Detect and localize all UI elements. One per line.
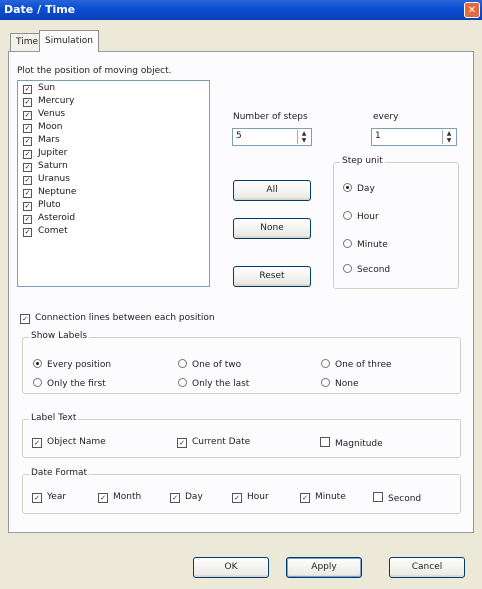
list-item-moon[interactable]: ✓ Moon	[23, 122, 62, 133]
radio-minute[interactable]: Minute	[343, 239, 388, 250]
steps-label: Number of steps	[233, 112, 308, 122]
label-text-group: Label Text ✓ Object Name ✓ Current Date Ma…	[22, 413, 461, 458]
checkbox-icon[interactable]: ✓	[177, 438, 187, 448]
radio-icon[interactable]	[321, 359, 330, 368]
checkbox-icon[interactable]: ✓	[32, 438, 42, 448]
list-item-jupiter[interactable]: ✓ Jupiter	[23, 148, 67, 159]
checkbox-year[interactable]: ✓ Year	[32, 492, 66, 503]
checkbox-icon[interactable]: ✓	[23, 189, 32, 198]
list-item-comet[interactable]: ✓ Comet	[23, 226, 68, 237]
title-bar: Date / Time ✕	[0, 0, 482, 20]
checkbox-icon[interactable]: ✓	[23, 150, 32, 159]
checkbox-icon[interactable]: ✓	[23, 137, 32, 146]
checkbox-icon[interactable]: ✓	[23, 202, 32, 211]
checkbox-icon[interactable]: ✓	[23, 176, 32, 185]
tab-label: Time	[16, 37, 39, 47]
checkbox-icon[interactable]	[373, 492, 383, 502]
checkbox-month[interactable]: ✓ Month	[98, 492, 141, 503]
radio-hour[interactable]: Hour	[343, 211, 379, 222]
plot-label: Plot the position of moving object.	[17, 66, 172, 76]
list-item-uranus[interactable]: ✓ Uranus	[23, 174, 70, 185]
group-title: Label Text	[29, 413, 79, 423]
checkbox-icon[interactable]: ✓	[23, 98, 32, 107]
checkbox-icon[interactable]: ✓	[32, 493, 42, 503]
ok-button[interactable]: OK	[193, 557, 269, 578]
radio-icon[interactable]	[33, 378, 42, 387]
steps-spinner[interactable]: 5 ▲ ▼	[232, 128, 312, 146]
apply-button[interactable]: Apply	[286, 557, 362, 578]
spinner-arrows-icon[interactable]: ▲ ▼	[297, 130, 310, 144]
list-item-venus[interactable]: ✓ Venus	[23, 109, 65, 120]
step-unit-group: Step unit Day Hour Minute Second	[333, 156, 459, 289]
radio-one-of-two[interactable]: One of two	[178, 359, 241, 370]
checkbox-magnitude[interactable]: Magnitude	[320, 437, 383, 449]
checkbox-day[interactable]: ✓ Day	[170, 492, 203, 503]
checkbox-second[interactable]: Second	[373, 492, 421, 504]
date-format-group: Date Format ✓ Year ✓ Month ✓ Day ✓ Hour ✓ Min…	[22, 468, 461, 514]
radio-second[interactable]: Second	[343, 264, 390, 275]
show-labels-group: Show Labels Every position One of two On…	[22, 331, 461, 394]
object-list[interactable]: ✓ Sun ✓ Mercury ✓ Venus ✓ Moon ✓ Mars ✓ Jupite…	[17, 80, 210, 287]
checkbox-icon[interactable]: ✓	[23, 215, 32, 224]
checkbox-icon[interactable]: ✓	[300, 493, 310, 503]
window-title: Date / Time	[4, 3, 76, 16]
every-label: every	[373, 112, 399, 122]
checkbox-icon[interactable]: ✓	[23, 111, 32, 120]
checkbox-icon[interactable]: ✓	[23, 163, 32, 172]
checkbox-icon[interactable]: ✓	[232, 493, 242, 503]
checkbox-icon[interactable]: ✓	[23, 228, 32, 237]
list-item-saturn[interactable]: ✓ Saturn	[23, 161, 68, 172]
radio-selected-icon[interactable]	[33, 359, 42, 368]
radio-icon[interactable]	[343, 239, 352, 248]
list-item-pluto[interactable]: ✓ Pluto	[23, 200, 61, 211]
radio-only-the-last[interactable]: Only the last	[178, 378, 249, 389]
checkbox-icon[interactable]: ✓	[98, 493, 108, 503]
cancel-button[interactable]: Cancel	[389, 557, 465, 578]
checkbox-icon[interactable]: ✓	[170, 493, 180, 503]
checkbox-icon[interactable]: ✓	[23, 124, 32, 133]
reset-button[interactable]: Reset	[233, 266, 311, 287]
group-title: Show Labels	[29, 331, 90, 341]
list-item-mars[interactable]: ✓ Mars	[23, 135, 60, 146]
close-icon[interactable]: ✕	[464, 2, 480, 18]
checkbox-icon[interactable]	[320, 437, 330, 447]
list-item-neptune[interactable]: ✓ Neptune	[23, 187, 76, 198]
radio-icon[interactable]	[178, 359, 187, 368]
steps-value: 5	[236, 131, 242, 141]
tab-simulation[interactable]: Simulation	[39, 30, 99, 52]
checkbox-icon[interactable]: ✓	[23, 85, 32, 94]
connection-lines-checkbox[interactable]: ✓ Connection lines between each position	[20, 313, 215, 324]
none-button[interactable]: None	[233, 218, 311, 239]
checkbox-object-name[interactable]: ✓ Object Name	[32, 437, 106, 448]
radio-icon[interactable]	[178, 378, 187, 387]
list-item-asteroid[interactable]: ✓ Asteroid	[23, 213, 75, 224]
radio-none[interactable]: None	[321, 378, 358, 389]
radio-day[interactable]: Day	[343, 183, 375, 194]
group-title: Step unit	[340, 156, 385, 166]
every-value: 1	[375, 131, 381, 141]
spinner-arrows-icon[interactable]: ▲ ▼	[442, 130, 455, 144]
list-item-mercury[interactable]: ✓ Mercury	[23, 96, 74, 107]
checkbox-minute[interactable]: ✓ Minute	[300, 492, 346, 503]
checkbox-current-date[interactable]: ✓ Current Date	[177, 437, 250, 448]
radio-selected-icon[interactable]	[343, 183, 352, 192]
tab-label: Simulation	[45, 36, 93, 46]
radio-icon[interactable]	[343, 264, 352, 273]
all-button[interactable]: All	[233, 180, 311, 201]
radio-only-the-first[interactable]: Only the first	[33, 378, 106, 389]
every-spinner[interactable]: 1 ▲ ▼	[371, 128, 457, 146]
group-title: Date Format	[29, 468, 90, 478]
radio-icon[interactable]	[343, 211, 352, 220]
checkbox-icon[interactable]: ✓	[20, 314, 30, 324]
radio-one-of-three[interactable]: One of three	[321, 359, 392, 370]
list-item-sun[interactable]: ✓ Sun	[23, 83, 55, 94]
radio-icon[interactable]	[321, 378, 330, 387]
checkbox-hour[interactable]: ✓ Hour	[232, 492, 269, 503]
radio-every-position[interactable]: Every position	[33, 359, 111, 370]
